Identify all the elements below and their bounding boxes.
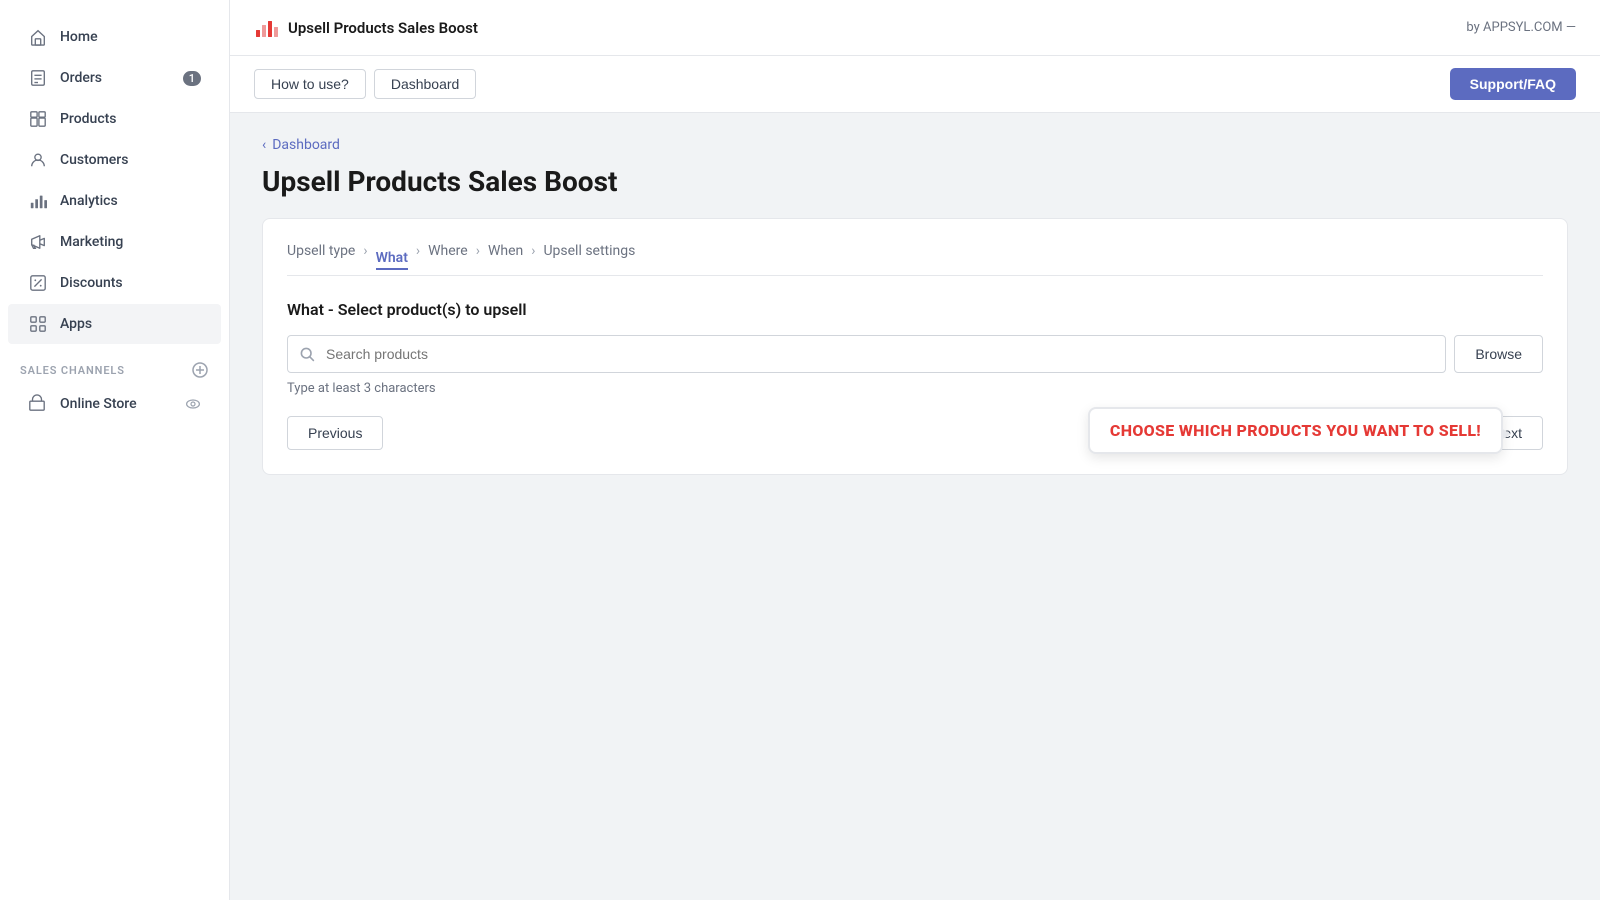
step-separator: › [416, 243, 420, 259]
add-channel-icon[interactable] [191, 361, 209, 379]
order-badge: 1 [183, 71, 201, 86]
browse-button[interactable]: Browse [1454, 335, 1543, 373]
search-icon [299, 346, 315, 362]
sidebar-item-label: Discounts [60, 275, 123, 291]
home-icon [28, 27, 48, 47]
online-store-item[interactable]: Online Store [8, 386, 221, 422]
discounts-icon [28, 273, 48, 293]
tooltip-text: CHOOSE WHICH PRODUCTS YOU WANT TO SELL! [1110, 421, 1481, 440]
content-area: ‹ Dashboard Upsell Products Sales Boost … [230, 113, 1600, 900]
sidebar-item-home[interactable]: Home [8, 17, 221, 57]
stepper: Upsell type › What › Where › When › Upsell setti… [287, 243, 1543, 276]
breadcrumb[interactable]: ‹ Dashboard [262, 137, 1568, 153]
previous-button[interactable]: Previous [287, 416, 383, 450]
sidebar-item-label: Home [60, 29, 98, 45]
dashboard-nav-button[interactable]: Dashboard [374, 69, 477, 99]
topbar: Upsell Products Sales Boost by APPSYL.CO… [230, 0, 1600, 56]
section-title: What - Select product(s) to upsell [287, 300, 1543, 319]
search-row: Browse [287, 335, 1543, 373]
hint-text: Type at least 3 characters [287, 381, 1543, 396]
how-to-use-button[interactable]: How to use? [254, 69, 366, 99]
sidebar-item-customers[interactable]: Customers [8, 140, 221, 180]
tooltip-bubble: CHOOSE WHICH PRODUCTS YOU WANT TO SELL! [1088, 407, 1503, 454]
store-icon [28, 394, 48, 414]
step-when[interactable]: When [488, 243, 523, 259]
step-separator: › [476, 243, 480, 259]
sidebar-item-label: Products [60, 111, 117, 127]
sidebar-item-orders[interactable]: Orders 1 [8, 58, 221, 98]
page-title: Upsell Products Sales Boost [262, 165, 1568, 198]
step-upsell-type[interactable]: Upsell type [287, 243, 355, 259]
visibility-icon[interactable] [185, 396, 201, 412]
app-title: Upsell Products Sales Boost [288, 19, 478, 37]
step-where[interactable]: Where [428, 243, 468, 259]
products-icon [28, 109, 48, 129]
sidebar-item-label: Marketing [60, 234, 123, 250]
support-faq-button[interactable]: Support/FAQ [1450, 68, 1576, 100]
breadcrumb-chevron-icon: ‹ [262, 137, 266, 153]
secondary-nav: How to use? Dashboard Support/FAQ [230, 56, 1600, 113]
sidebar-item-apps[interactable]: Apps [8, 304, 221, 344]
customers-icon [28, 150, 48, 170]
main-area: Upsell Products Sales Boost by APPSYL.CO… [230, 0, 1600, 900]
sidebar-item-label: Orders [60, 70, 102, 86]
bar-chart-icon [254, 16, 278, 40]
sales-channels-section: SALES CHANNELS [0, 345, 229, 385]
apps-icon [28, 314, 48, 334]
by-label: by APPSYL.COM — [1466, 20, 1576, 35]
sidebar-item-discounts[interactable]: Discounts [8, 263, 221, 303]
sidebar-item-label: Customers [60, 152, 128, 168]
step-separator: › [531, 243, 535, 259]
footer-buttons: Previous CHOOSE WHICH PRODUCTS YOU WANT … [287, 416, 1543, 450]
search-input[interactable] [287, 335, 1446, 373]
sidebar: Home Orders 1 Products Customers Analytics Mar… [0, 0, 230, 900]
app-title-area: Upsell Products Sales Boost [254, 16, 478, 40]
main-card: Upsell type › What › Where › When › Upsell setti… [262, 218, 1568, 475]
sidebar-item-label: Analytics [60, 193, 118, 209]
orders-icon [28, 68, 48, 88]
sidebar-item-label: Apps [60, 316, 92, 332]
marketing-icon [28, 232, 48, 252]
analytics-icon [28, 191, 48, 211]
search-wrapper [287, 335, 1446, 373]
sidebar-item-analytics[interactable]: Analytics [8, 181, 221, 221]
sidebar-item-marketing[interactable]: Marketing [8, 222, 221, 262]
step-what[interactable]: What [376, 250, 408, 270]
breadcrumb-label: Dashboard [272, 137, 340, 153]
sidebar-item-products[interactable]: Products [8, 99, 221, 139]
step-upsell-settings[interactable]: Upsell settings [543, 243, 635, 259]
step-separator: › [363, 243, 367, 259]
